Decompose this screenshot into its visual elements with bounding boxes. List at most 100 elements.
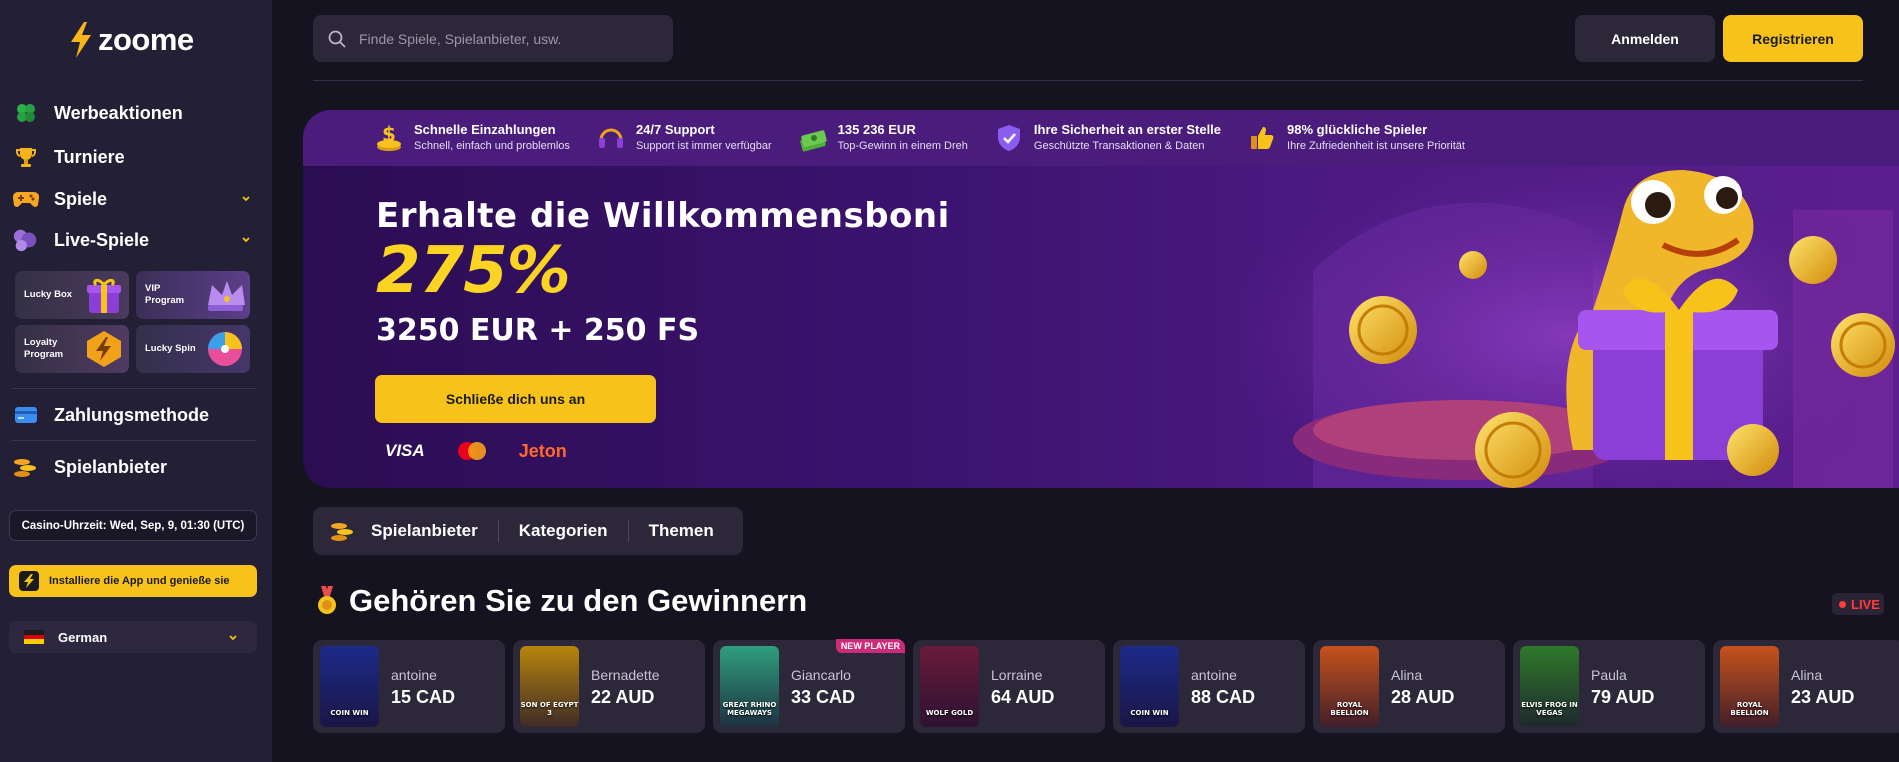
cash-stack-icon (799, 130, 827, 152)
winner-name: Alina (1791, 667, 1823, 683)
mastercard-icon (457, 442, 486, 460)
game-thumbnail[interactable]: ELVIS FROG IN VEGAS (1520, 646, 1579, 727)
winner-card[interactable]: COIN WIN antoine 15 CAD (313, 640, 505, 733)
sidebar-item-payment-methods[interactable]: Zahlungsmethode (12, 398, 258, 432)
search-input[interactable] (359, 30, 649, 47)
tab-categories[interactable]: Kategorien (499, 507, 628, 555)
chevron-down-icon (242, 196, 250, 202)
winner-card[interactable]: GREAT RHINO MEGAWAYS Giancarlo 33 CAD NEW P… (713, 639, 905, 733)
bolt-icon (19, 571, 39, 591)
register-button[interactable]: Registrieren (1723, 15, 1863, 62)
wheel-icon (208, 332, 242, 366)
feature-subtitle: Support ist immer verfügbar (635, 140, 772, 152)
winner-name: Alina (1391, 667, 1423, 683)
sidebar-item-label: Spielanbieter (54, 456, 168, 477)
hero-banner[interactable]: $ Schnelle Einzahlungen Schnell, einfach … (303, 110, 1899, 488)
winner-amount: 23 AUD (1791, 687, 1855, 707)
sidebar: zoome Werbeaktionen Turniere Spiele Live… (0, 0, 272, 762)
cards-icon (12, 226, 40, 254)
new-player-badge: NEW PLAYER (835, 639, 905, 653)
winner-card[interactable]: SON OF EGYPT 3 Bernadette 22 AUD (513, 640, 705, 733)
promo-label: Loyalty Program (24, 337, 64, 360)
hero-percent: 275% (376, 234, 571, 308)
gift-icon (87, 278, 121, 313)
feature-subtitle: Top-Gewinn in einem Dreh (837, 140, 968, 152)
sidebar-item-tournaments[interactable]: Turniere (12, 140, 258, 174)
promo-lucky-box[interactable]: Lucky Box (15, 271, 129, 319)
winner-card[interactable]: ROYAL BEELLION Alina 28 AUD (1313, 640, 1505, 733)
tab-themes[interactable]: Themen (629, 507, 734, 555)
winner-amount: 15 CAD (391, 687, 456, 707)
feature-title: 24/7 Support (635, 122, 715, 137)
clover-icon (12, 99, 40, 127)
game-title: ROYAL BEELLION (1730, 701, 1769, 717)
providers-icon (12, 453, 40, 481)
sidebar-item-promotions[interactable]: Werbeaktionen (12, 96, 258, 130)
game-thumbnail[interactable]: ROYAL BEELLION (1320, 646, 1379, 727)
winner-name: antoine (391, 667, 437, 683)
winners-title: Gehören Sie zu den Gewinnern (349, 583, 808, 618)
tab-providers[interactable]: Spielanbieter (357, 507, 498, 555)
crown-icon (208, 281, 245, 311)
game-thumbnail[interactable]: COIN WIN (320, 646, 379, 727)
feature-title: Ihre Sicherheit an erster Stelle (1033, 122, 1222, 137)
winner-card[interactable]: ELVIS FROG IN VEGAS Paula 79 AUD (1513, 640, 1705, 733)
promo-label: Lucky Box (24, 289, 73, 300)
promo-label: VIP Program (145, 283, 185, 306)
search-bar[interactable] (313, 15, 673, 62)
feature-title: 98% glückliche Spieler (1287, 122, 1428, 137)
game-thumbnail[interactable]: COIN WIN (1120, 646, 1179, 727)
promo-vip-program[interactable]: VIP Program (136, 271, 250, 319)
feature-support: 24/7 Support Support ist immer verfügbar (596, 122, 772, 154)
trophy-icon (12, 143, 40, 171)
winner-card[interactable]: ROYAL BEELLION Alina 23 AUD (1713, 640, 1899, 733)
sidebar-item-games[interactable]: Spiele (12, 182, 258, 216)
feature-subtitle: Schnell, einfach und problemlos (414, 140, 570, 152)
gecko-mascot-gift-icon (1233, 150, 1899, 488)
game-thumbnail[interactable]: WOLF GOLD (920, 646, 979, 727)
sidebar-item-label: Spiele (54, 188, 108, 209)
sidebar-item-providers[interactable]: Spielanbieter (12, 450, 258, 484)
credit-card-icon (12, 401, 40, 429)
login-button[interactable]: Anmelden (1575, 15, 1715, 62)
winner-name: Lorraine (991, 667, 1043, 683)
sidebar-item-label: Zahlungsmethode (54, 404, 210, 425)
sidebar-item-live-games[interactable]: Live-Spiele (12, 223, 258, 257)
logo-text: zoome (98, 22, 194, 57)
chevron-down-icon (229, 635, 237, 641)
thumbs-up-icon (1251, 127, 1274, 149)
logo[interactable]: zoome (68, 22, 194, 58)
promo-lucky-spin[interactable]: Lucky Spin (136, 325, 250, 373)
winners-header: Gehören Sie zu den Gewinnern (315, 583, 807, 619)
winner-card[interactable]: WOLF GOLD Lorraine 64 AUD (913, 640, 1105, 733)
language-label: German (58, 629, 108, 645)
sidebar-divider (12, 388, 256, 389)
install-app-button[interactable]: Installiere die App und genieße sie (9, 565, 257, 597)
game-title: COIN WIN (1130, 709, 1169, 717)
flag-germany-icon (24, 630, 44, 645)
live-dot-icon (1839, 600, 1846, 608)
feature-title: 135 236 EUR (837, 122, 916, 137)
game-thumbnail[interactable]: GREAT RHINO MEGAWAYS (720, 646, 779, 727)
join-button[interactable]: Schließe dich uns an (375, 375, 656, 423)
hero-title: Erhalte die Willkommensboni (376, 196, 950, 236)
winner-card[interactable]: COIN WIN antoine 88 CAD (1113, 640, 1305, 733)
bolt-icon (71, 22, 91, 58)
headset-icon (598, 128, 623, 148)
promo-loyalty-program[interactable]: Loyalty Program (15, 325, 129, 373)
svg-text:$: $ (382, 123, 396, 146)
filter-tabs: Spielanbieter Kategorien Themen (313, 507, 743, 555)
winner-amount: 22 AUD (591, 687, 655, 707)
game-title: SON OF EGYPT 3 (520, 701, 579, 717)
game-title: GREAT RHINO MEGAWAYS (722, 701, 777, 717)
feature-subtitle: Geschützte Transaktionen & Daten (1033, 140, 1205, 152)
language-select[interactable]: German (9, 621, 257, 653)
search-icon (328, 30, 346, 48)
live-label: LIVE (1851, 596, 1880, 612)
shield-check-icon (997, 125, 1020, 151)
game-thumbnail[interactable]: SON OF EGYPT 3 (520, 646, 579, 727)
game-thumbnail[interactable]: ROYAL BEELLION (1720, 646, 1779, 727)
winner-amount: 28 AUD (1391, 687, 1455, 707)
sidebar-item-label: Turniere (54, 146, 125, 167)
gamepad-icon (12, 185, 40, 213)
